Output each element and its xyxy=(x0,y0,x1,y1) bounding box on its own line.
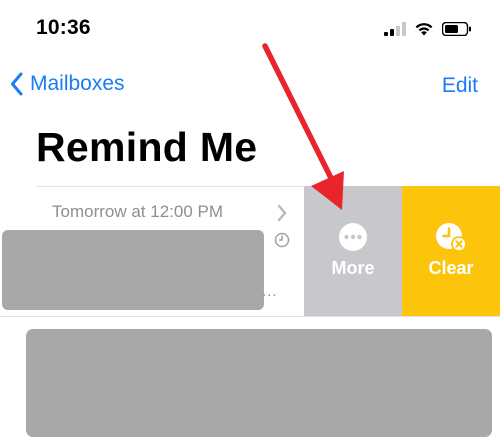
more-action-label: More xyxy=(331,258,375,278)
status-icons xyxy=(384,20,472,38)
back-button[interactable]: Mailboxes xyxy=(10,72,125,96)
clear-action-label: Clear xyxy=(428,258,474,278)
redacted-message-preview[interactable] xyxy=(2,230,264,310)
cellular-signal-icon xyxy=(384,22,406,36)
clock-icon xyxy=(274,232,290,248)
battery-icon xyxy=(442,22,471,36)
page-title: Remind Me xyxy=(36,124,258,170)
edit-button[interactable]: Edit xyxy=(442,74,478,98)
wifi-icon xyxy=(415,23,433,36)
preview-truncation: ... xyxy=(262,283,278,300)
row-divider-top xyxy=(36,186,304,187)
redacted-message-row[interactable] xyxy=(26,329,492,437)
chevron-left-icon xyxy=(11,72,23,96)
clear-action-button[interactable]: Clear xyxy=(402,186,500,316)
message-date: Tomorrow at 12:00 PM xyxy=(52,202,224,221)
row-divider-bottom xyxy=(0,316,500,317)
ellipsis-circle-icon xyxy=(339,223,367,251)
clock-x-icon xyxy=(436,223,467,252)
back-button-label: Mailboxes xyxy=(30,72,125,95)
chevron-right-icon xyxy=(277,204,287,222)
status-time: 10:36 xyxy=(36,16,91,39)
more-action-button[interactable]: More xyxy=(304,186,402,316)
